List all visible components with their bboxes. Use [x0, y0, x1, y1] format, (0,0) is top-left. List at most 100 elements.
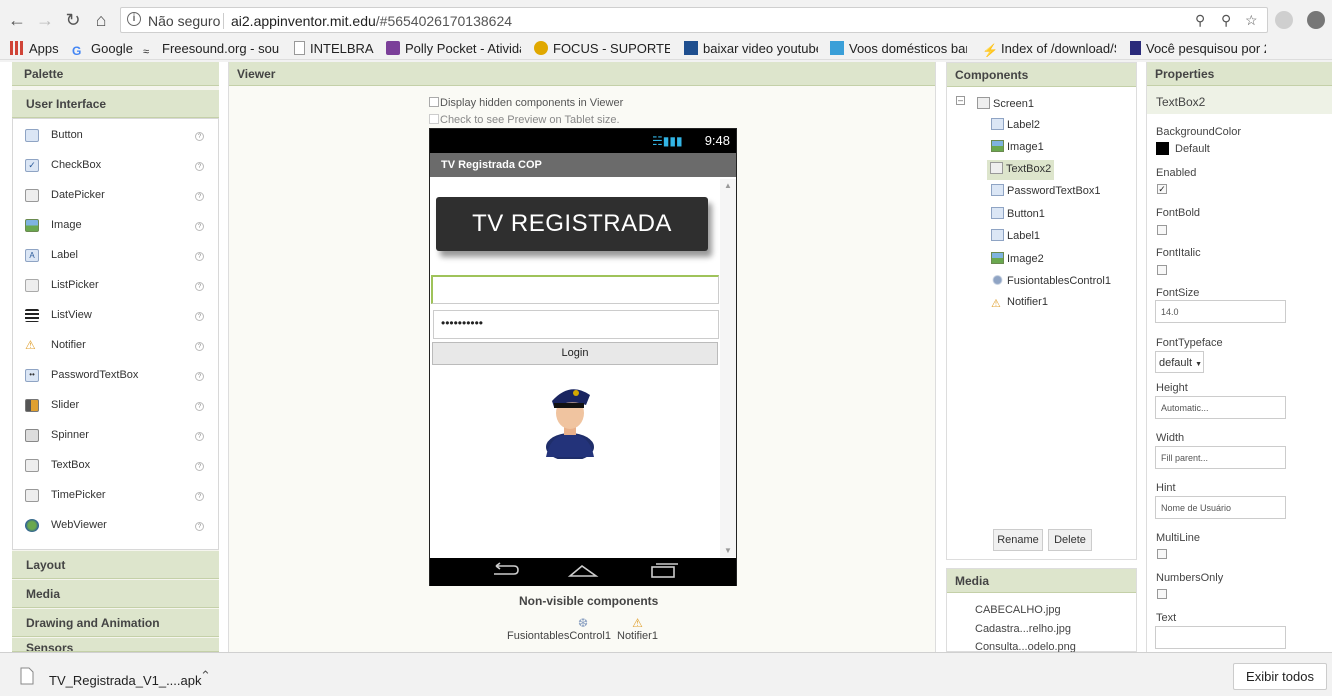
help-icon[interactable]: ?	[195, 462, 204, 471]
reload-icon[interactable]: ↻	[62, 9, 84, 31]
tree-item-label1[interactable]: Label1	[991, 229, 1040, 249]
security-label[interactable]: Não seguro	[148, 13, 220, 29]
info-icon[interactable]: i	[127, 12, 141, 26]
bookmark-focus[interactable]: FOCUS - SUPORTE DC	[534, 41, 670, 57]
help-icon[interactable]: ?	[195, 162, 204, 171]
profile-icon[interactable]	[1307, 11, 1325, 29]
help-icon[interactable]: ?	[195, 342, 204, 351]
collapse-toggle-icon[interactable]: –	[956, 96, 965, 105]
prop-hint-input[interactable]: Nome de Usuário	[1155, 496, 1286, 519]
tablet-preview-checkbox[interactable]: Check to see Preview on Tablet size.	[429, 114, 620, 126]
prop-fontitalic-checkbox[interactable]	[1157, 265, 1167, 275]
palette-item-label[interactable]: A Label?	[13, 241, 218, 271]
scroll-down-icon[interactable]: ▼	[724, 546, 732, 555]
help-icon[interactable]: ?	[195, 132, 204, 141]
help-icon[interactable]: ?	[195, 282, 204, 291]
download-filename[interactable]: TV_Registrada_V1_....apk	[49, 673, 201, 688]
palette-item-spinner[interactable]: Spinner?	[13, 421, 218, 451]
palette-category-user-interface[interactable]: User Interface	[12, 90, 219, 118]
bookmark-intelbras[interactable]: INTELBRAS	[294, 41, 374, 57]
help-icon[interactable]: ?	[195, 192, 204, 201]
help-icon[interactable]: ?	[195, 492, 204, 501]
url-text[interactable]: ai2.appinventor.mit.edu/#565402617013862…	[231, 13, 512, 29]
bookmark-freesound[interactable]: ≈ Freesound.org - soun	[143, 41, 279, 57]
tree-item-button1[interactable]: Button1	[991, 207, 1045, 227]
tree-item-textbox2[interactable]: TextBox2	[987, 160, 1055, 180]
tree-item-image1[interactable]: Image1	[991, 140, 1044, 160]
passwordtextbox1-preview[interactable]: ••••••••••	[433, 310, 719, 339]
login-button-preview[interactable]: Login	[432, 342, 718, 365]
bookmark-index[interactable]: ⚡ Index of /download/S	[982, 41, 1116, 57]
nonvisible-fusiontables[interactable]: ❆ FusiontablesControl1	[507, 616, 611, 642]
header-image-label2[interactable]: TV REGISTRADA	[436, 197, 708, 251]
tree-item-passwordtextbox1[interactable]: PasswordTextBox1	[991, 184, 1101, 204]
help-icon[interactable]: ?	[195, 522, 204, 531]
nonvisible-notifier[interactable]: ⚠ Notifier1	[617, 616, 658, 642]
bookmark-apps[interactable]: Apps	[10, 41, 60, 57]
show-all-button[interactable]: Exibir todos	[1233, 663, 1327, 690]
palette-item-button[interactable]: Button?	[13, 121, 218, 151]
address-bar[interactable]: i Não seguro ai2.appinventor.mit.edu/#56…	[120, 7, 1268, 33]
tree-item-label2[interactable]: Label2	[991, 118, 1040, 138]
help-icon[interactable]: ?	[195, 402, 204, 411]
palette-item-checkbox[interactable]: ✓ CheckBox?	[13, 151, 218, 181]
prop-text-input[interactable]	[1155, 626, 1286, 649]
prop-fontbold-checkbox[interactable]	[1157, 225, 1167, 235]
prop-fontsize-input[interactable]: 14.0	[1155, 300, 1286, 323]
phone-scrollbar[interactable]: ▲ ▼	[720, 179, 736, 557]
tree-item-fusiontablescontrol1[interactable]: FusiontablesControl1	[991, 274, 1111, 294]
screen-title-bar[interactable]: TV Registrada COP	[430, 153, 736, 177]
bookmark-kv[interactable]: baixar video youtube	[684, 41, 818, 57]
pin-icon[interactable]: ⚲	[1221, 12, 1231, 29]
home-icon[interactable]: ⌂	[90, 9, 112, 31]
prop-multiline-checkbox[interactable]	[1157, 549, 1167, 559]
bookmark-google[interactable]: G Google	[72, 41, 134, 57]
prop-enabled-checkbox[interactable]: ✓	[1157, 184, 1167, 194]
tree-item-image2[interactable]: Image2	[991, 252, 1044, 272]
media-item[interactable]: CABECALHO.jpg	[975, 604, 1061, 616]
rename-button[interactable]: Rename	[993, 529, 1043, 551]
palette-item-image[interactable]: Image?	[13, 211, 218, 241]
palette-item-datepicker[interactable]: DatePicker?	[13, 181, 218, 211]
delete-button[interactable]: Delete	[1048, 529, 1092, 551]
star-icon[interactable]: ☆	[1245, 12, 1258, 29]
palette-item-timepicker[interactable]: TimePicker?	[13, 481, 218, 511]
palette-category-drawing[interactable]: Drawing and Animation	[12, 609, 219, 637]
checkbox-box[interactable]	[429, 97, 439, 107]
palette-item-passwordtextbox[interactable]: •• PasswordTextBox?	[13, 361, 218, 391]
prop-height-input[interactable]: Automatic...	[1155, 396, 1286, 419]
tree-item-screen1[interactable]: Screen1	[977, 97, 1034, 117]
palette-item-listview[interactable]: ListView?	[13, 301, 218, 331]
help-icon[interactable]: ?	[195, 372, 204, 381]
help-icon[interactable]: ?	[195, 312, 204, 321]
palette-item-listpicker[interactable]: ListPicker?	[13, 271, 218, 301]
zoom-icon[interactable]: ⚲	[1195, 12, 1205, 29]
palette-item-slider[interactable]: Slider?	[13, 391, 218, 421]
help-icon[interactable]: ?	[195, 222, 204, 231]
bookmark-polly[interactable]: Polly Pocket - Ativida	[386, 41, 521, 57]
bookmark-pesquisa[interactable]: Você pesquisou por 2	[1130, 41, 1266, 57]
prop-fonttypeface-select[interactable]: default ▼	[1155, 351, 1204, 373]
tree-item-notifier1[interactable]: ⚠ Notifier1	[991, 296, 1048, 316]
chevron-up-icon[interactable]: ⌃	[200, 668, 211, 684]
scroll-up-icon[interactable]: ▲	[724, 181, 732, 190]
help-icon[interactable]: ?	[195, 252, 204, 261]
police-officer-image[interactable]	[540, 379, 600, 459]
forward-icon[interactable]: →	[34, 9, 56, 31]
prop-width-input[interactable]: Fill parent...	[1155, 446, 1286, 469]
extension-icon[interactable]	[1275, 11, 1293, 29]
bookmark-voos[interactable]: Voos domésticos bara	[830, 41, 967, 57]
media-item[interactable]: Cadastra...relho.jpg	[975, 623, 1071, 635]
palette-category-sensors[interactable]: Sensors	[12, 638, 219, 652]
prop-numbersonly-checkbox[interactable]	[1157, 589, 1167, 599]
palette-category-layout[interactable]: Layout	[12, 551, 219, 579]
help-icon[interactable]: ?	[195, 432, 204, 441]
back-icon[interactable]: ←	[6, 9, 28, 31]
prop-backgroundcolor-value[interactable]: Default	[1175, 143, 1210, 155]
palette-item-webviewer[interactable]: WebViewer?	[13, 511, 218, 541]
textbox2-preview[interactable]	[431, 275, 719, 304]
hidden-components-checkbox[interactable]: Display hidden components in Viewer	[429, 97, 623, 109]
palette-item-textbox[interactable]: TextBox?	[13, 451, 218, 481]
palette-category-media[interactable]: Media	[12, 580, 219, 608]
checkbox-box[interactable]	[429, 114, 439, 124]
